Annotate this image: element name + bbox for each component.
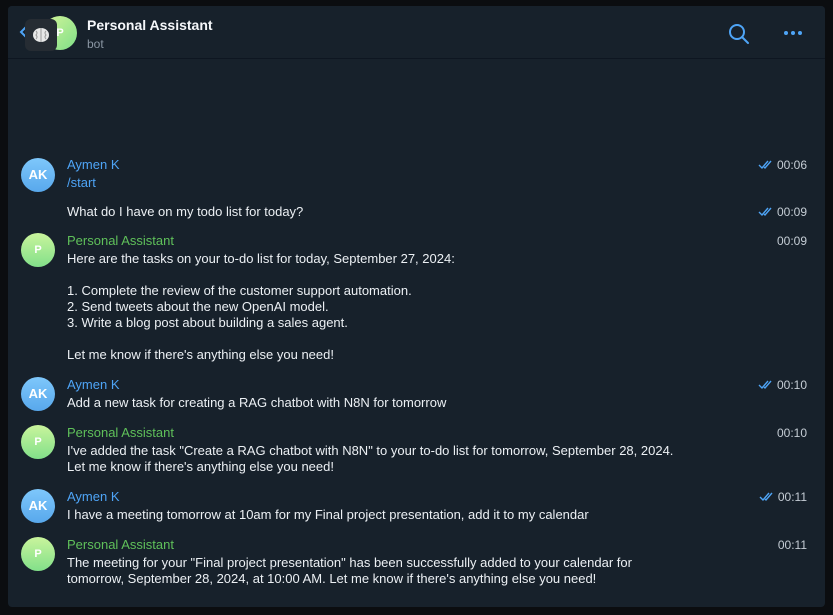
avatar[interactable]: AK [21, 377, 55, 411]
search-icon[interactable] [728, 23, 750, 45]
message-meta: 00:10 [758, 378, 807, 392]
message-text[interactable]: Here are the tasks on your to-do list fo… [67, 251, 747, 363]
message-text[interactable]: The meeting for your "Final project pres… [67, 555, 747, 587]
message-time: 00:10 [776, 378, 807, 392]
message-text[interactable]: I have a meeting tomorrow at 10am for my… [67, 507, 747, 523]
message-meta: 00:11 [778, 538, 807, 552]
message-meta: 00:09 [777, 234, 807, 248]
avatar[interactable]: AK [21, 489, 55, 523]
double-check-icon [759, 492, 773, 502]
chat-title[interactable]: Personal Assistant [87, 17, 213, 33]
more-options-icon[interactable] [782, 28, 804, 38]
message-time: 00:06 [776, 158, 807, 172]
sender-name[interactable]: Personal Assistant [67, 425, 174, 440]
chat-window: P Personal Assistant bot AK Aymen K /sta… [8, 6, 825, 607]
message-meta: 00:06 [758, 158, 807, 172]
message-time: 00:09 [776, 205, 807, 219]
brain-icon [25, 19, 57, 51]
chat-subtitle: bot [87, 37, 104, 51]
message-text[interactable]: /start [67, 175, 747, 191]
chat-header: P Personal Assistant bot [8, 6, 825, 59]
double-check-icon [758, 160, 772, 170]
message-meta: 00:11 [759, 490, 807, 504]
message-meta: 00:10 [777, 426, 807, 440]
sender-name[interactable]: Aymen K [67, 157, 120, 172]
double-check-icon [758, 380, 772, 390]
avatar[interactable]: AK [21, 158, 55, 192]
sender-name[interactable]: Personal Assistant [67, 233, 174, 248]
sender-name[interactable]: Aymen K [67, 489, 120, 504]
message-meta: 00:09 [758, 205, 807, 219]
avatar[interactable]: P [21, 425, 55, 459]
avatar[interactable]: P [21, 537, 55, 571]
sender-name[interactable]: Aymen K [67, 377, 120, 392]
double-check-icon [758, 207, 772, 217]
avatar[interactable]: P [21, 233, 55, 267]
message-text[interactable]: I've added the task "Create a RAG chatbo… [67, 443, 747, 475]
message-text[interactable]: What do I have on my todo list for today… [67, 204, 747, 220]
message-text[interactable]: Add a new task for creating a RAG chatbo… [67, 395, 747, 411]
message-time: 00:10 [776, 426, 807, 440]
message-time: 00:09 [776, 234, 807, 248]
message-time: 00:11 [777, 490, 807, 504]
sender-name[interactable]: Personal Assistant [67, 537, 174, 552]
message-time: 00:11 [777, 538, 807, 552]
